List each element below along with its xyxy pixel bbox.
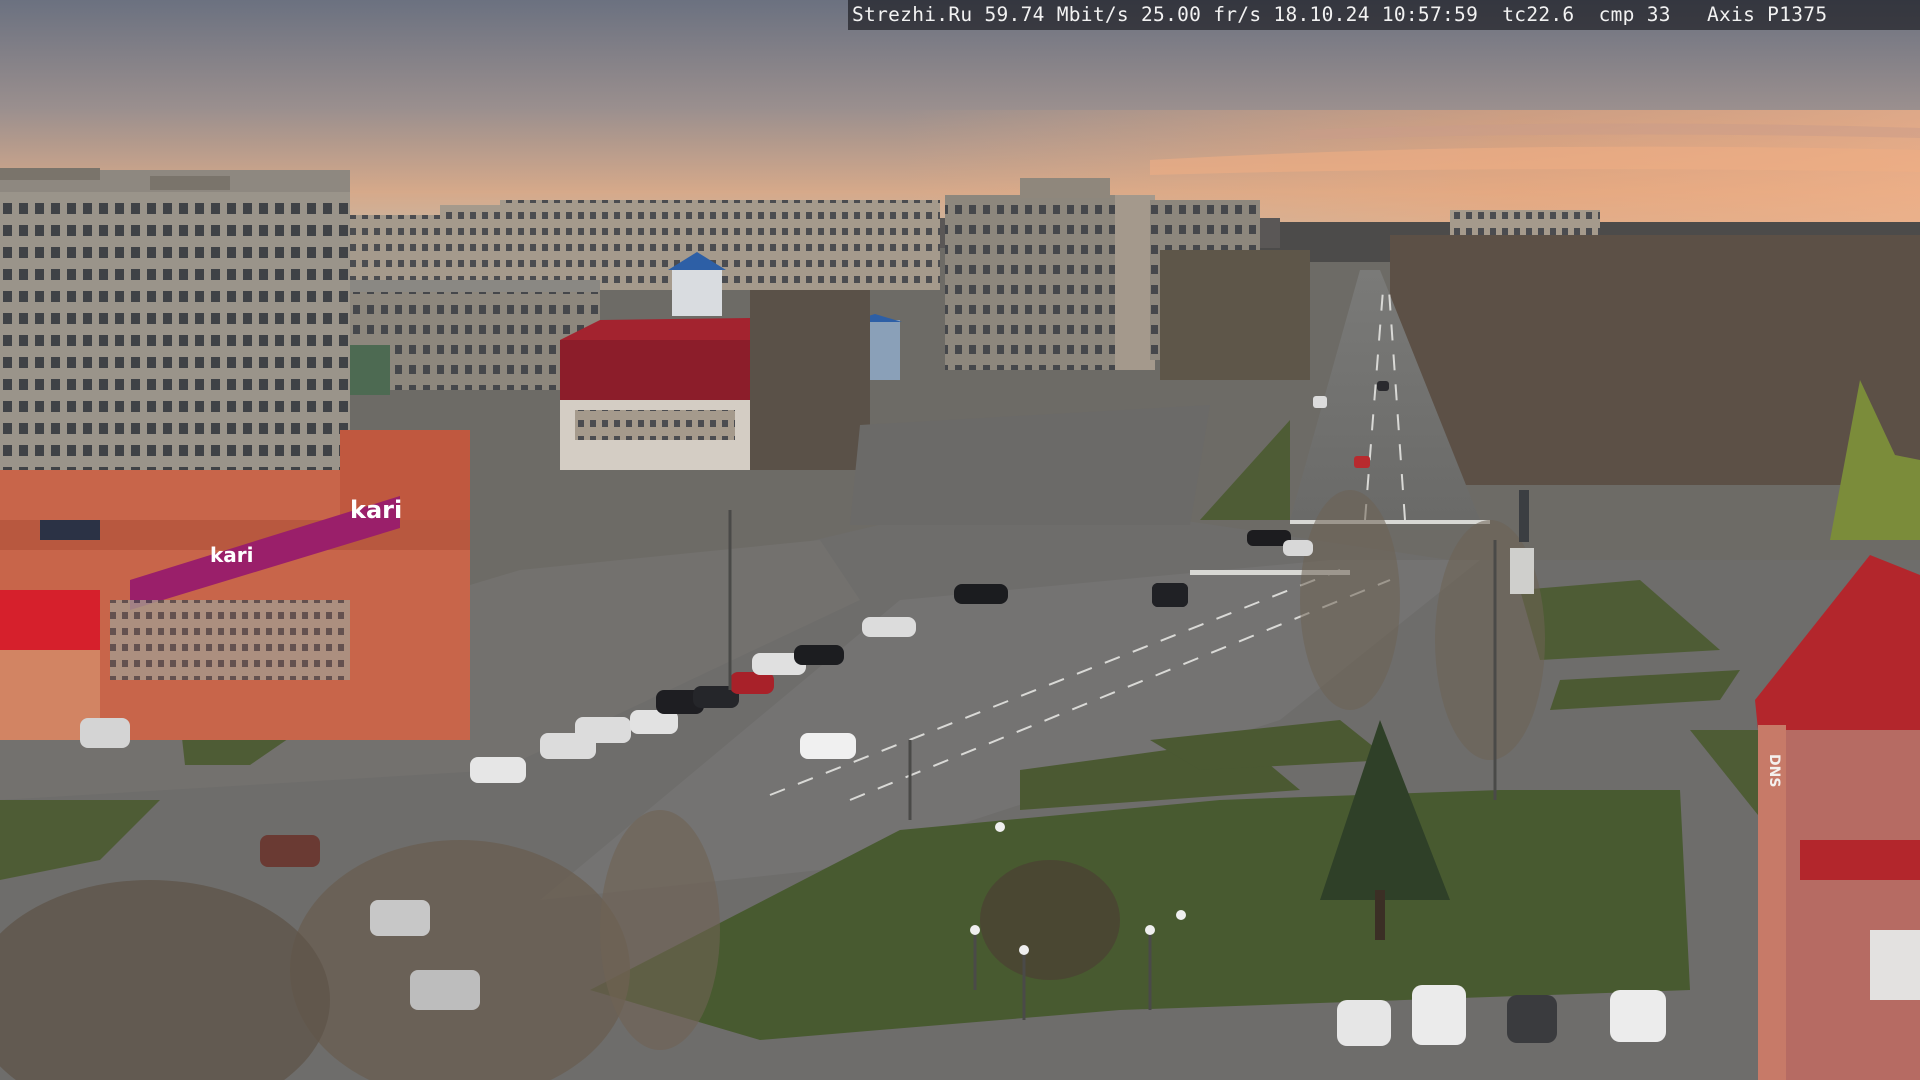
overlay-date: 18.10.24: [1273, 3, 1370, 26]
camera-overlay-text: Strezhi.Ru 59.74 Mbit/s 25.00 fr/s 18.10…: [852, 2, 1827, 28]
overlay-bitrate: 59.74 Mbit/s: [984, 3, 1129, 26]
overlay-camera-model: Axis P1375: [1706, 3, 1828, 26]
overlay-tc: tc22.6: [1502, 3, 1575, 26]
overlay-site: Strezhi.Ru: [852, 3, 973, 26]
webcam-frame: kari kari DNS Strezhi.Ru 59.74 Mbit/s 25…: [0, 0, 1920, 1080]
overlay-time: 10:57:59: [1381, 3, 1479, 26]
kari-banner-sign: kari: [350, 496, 402, 524]
overlay-framerate: 25.00 fr/s: [1140, 3, 1262, 26]
kari-side-sign: kari: [210, 543, 254, 567]
dns-tower-sign: DNS: [1766, 754, 1782, 787]
street-scene: kari kari DNS: [0, 0, 1920, 1080]
kari-store-building: [0, 430, 470, 740]
overlay-cmp: cmp 33: [1598, 3, 1671, 26]
left-panel-building: [0, 168, 350, 520]
